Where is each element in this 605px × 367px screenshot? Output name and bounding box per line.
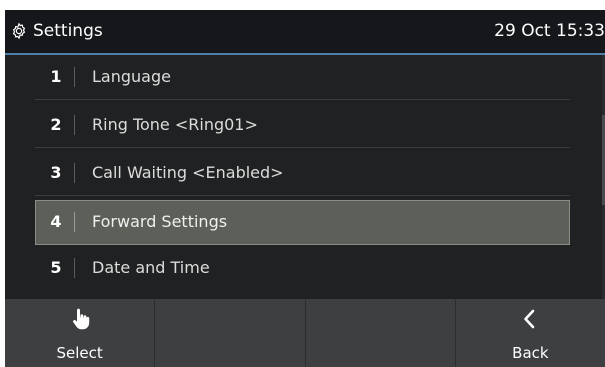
menu-item-label: Language — [92, 67, 171, 86]
menu-item-call-waiting[interactable]: 3 Call Waiting <Enabled> — [35, 151, 570, 196]
menu-item-divider — [74, 212, 75, 232]
gear-icon — [12, 22, 26, 40]
menu-item-language[interactable]: 1 Language — [35, 55, 570, 100]
menu-item-divider — [74, 258, 75, 278]
menu-item-label: Call Waiting <Enabled> — [92, 163, 284, 182]
hand-pointer-icon — [72, 308, 89, 330]
menu-item-number: 2 — [50, 115, 62, 134]
menu-item-number: 1 — [50, 67, 62, 86]
title-bar: Settings 29 Oct 15:33 — [5, 10, 605, 55]
row-separator — [35, 99, 570, 100]
row-separator — [35, 147, 570, 148]
menu-item-label: Forward Settings — [92, 212, 228, 231]
menu-item-ring-tone[interactable]: 2 Ring Tone <Ring01> — [35, 103, 570, 148]
softkey-3[interactable] — [306, 299, 456, 367]
phone-screen: Settings 29 Oct 15:33 1 Language 2 Ring … — [0, 0, 605, 367]
menu-item-number: 4 — [50, 212, 62, 231]
softkey-label: Back — [512, 344, 549, 362]
date-time-display: 29 Oct 15:33 — [494, 21, 605, 41]
chevron-left-icon — [524, 309, 535, 329]
settings-panel: Settings 29 Oct 15:33 1 Language 2 Ring … — [5, 10, 605, 367]
back-softkey[interactable]: Back — [456, 299, 605, 367]
softkey-bar: Select Back — [5, 299, 605, 367]
menu-item-date-and-time[interactable]: 5 Date and Time — [35, 246, 570, 291]
page-title: Settings — [33, 21, 103, 41]
menu-item-label: Ring Tone <Ring01> — [92, 115, 258, 134]
menu-item-divider — [74, 67, 75, 87]
menu-item-divider — [74, 115, 75, 135]
menu-item-number: 3 — [50, 163, 62, 182]
menu-item-label: Date and Time — [92, 258, 210, 277]
select-softkey[interactable]: Select — [5, 299, 156, 367]
menu-item-forward-settings[interactable]: 4 Forward Settings — [35, 200, 570, 245]
menu-item-divider — [74, 163, 75, 183]
softkey-2[interactable] — [155, 299, 306, 367]
menu-item-number: 5 — [50, 258, 62, 277]
row-separator — [35, 195, 570, 196]
settings-menu-list: 1 Language 2 Ring Tone <Ring01> 3 Call W… — [5, 55, 605, 300]
softkey-label: Select — [56, 344, 103, 362]
